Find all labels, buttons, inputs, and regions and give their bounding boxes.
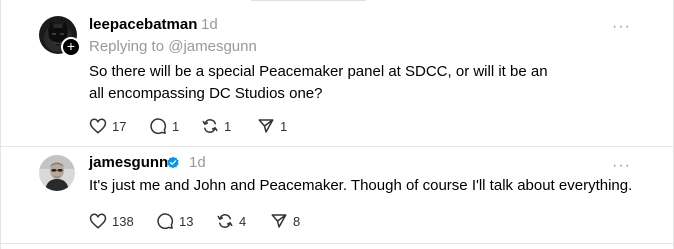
share-count: 1 xyxy=(280,118,288,134)
comment-icon xyxy=(150,118,167,135)
action-bar: 138 13 4 8 xyxy=(89,211,389,231)
timestamp[interactable]: 1d xyxy=(189,154,206,171)
post-text: So there will be a special Peacemaker pa… xyxy=(89,63,548,102)
username[interactable]: jamesgunn xyxy=(89,154,168,171)
heart-icon xyxy=(89,118,107,134)
comment-count: 13 xyxy=(179,213,194,229)
comment-button[interactable]: 1 xyxy=(149,116,179,136)
more-options-icon[interactable]: ··· xyxy=(612,158,631,174)
bottom-divider xyxy=(1,243,673,244)
verified-badge-icon xyxy=(167,156,179,169)
like-count: 17 xyxy=(112,118,127,134)
send-icon xyxy=(271,214,287,228)
repost-count: 4 xyxy=(239,213,247,229)
repost-button[interactable]: 4 xyxy=(216,211,246,231)
heart-icon xyxy=(89,213,107,229)
post-jamesgunn: jamesgunn 1d ··· It's just me and John a… xyxy=(1,146,673,243)
like-button[interactable]: 17 xyxy=(89,116,126,136)
avatar[interactable] xyxy=(39,155,75,191)
send-icon xyxy=(258,119,274,133)
comment-count: 1 xyxy=(172,118,180,134)
share-button[interactable]: 8 xyxy=(270,211,300,231)
more-options-icon[interactable]: ··· xyxy=(612,19,631,35)
repost-icon xyxy=(217,214,233,228)
follow-plus-icon[interactable]: + xyxy=(61,37,81,57)
repost-icon xyxy=(202,119,218,133)
timestamp[interactable]: 1d xyxy=(201,16,218,33)
username[interactable]: leepacebatman xyxy=(89,16,197,33)
share-button[interactable]: 1 xyxy=(257,116,287,136)
avatar-jamesgunn-image xyxy=(39,155,75,191)
like-count: 138 xyxy=(112,213,134,229)
action-bar: 17 1 1 1 xyxy=(89,116,389,136)
share-count: 8 xyxy=(293,213,301,229)
repost-button[interactable]: 1 xyxy=(201,116,231,136)
comment-icon xyxy=(157,213,174,230)
post-text: It's just me and John and Peacemaker. Th… xyxy=(89,177,633,194)
comment-button[interactable]: 13 xyxy=(156,211,193,231)
thread-container: + leepacebatman 1d ··· Replying to @jame… xyxy=(0,0,674,249)
repost-count: 1 xyxy=(224,118,232,134)
like-button[interactable]: 138 xyxy=(89,211,134,231)
replying-to-label[interactable]: Replying to @jamesgunn xyxy=(89,38,257,55)
post-leepacebatman: + leepacebatman 1d ··· Replying to @jame… xyxy=(1,0,673,146)
